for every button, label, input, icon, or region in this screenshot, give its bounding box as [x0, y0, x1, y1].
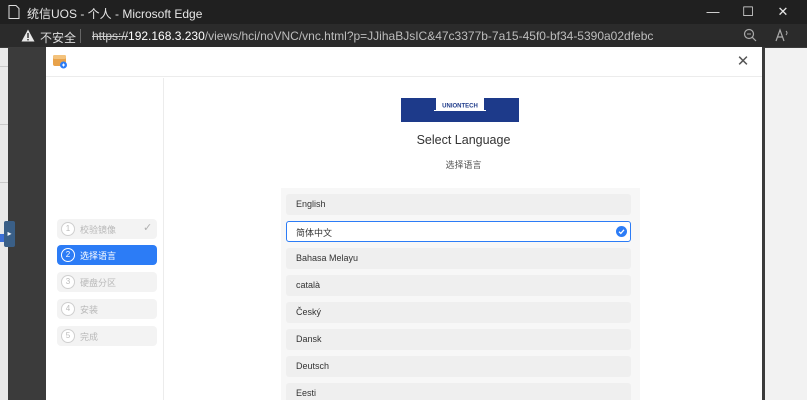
check-icon: ✓ — [143, 222, 153, 234]
strip-divider — [0, 182, 8, 183]
language-option-catala[interactable]: català — [286, 275, 631, 296]
steps-sidebar: 1 校验镜像 ✓ 2 选择语言 3 硬盘分区 4 安装 5 完成 — [46, 78, 164, 400]
step-label: 选择语言 — [80, 251, 117, 261]
close-icon[interactable]: ✕ — [734, 53, 752, 71]
zoom-icon[interactable] — [742, 28, 758, 44]
document-icon — [8, 5, 20, 19]
step-number: 5 — [61, 329, 75, 343]
uniontech-logo: UNIONTECH — [401, 98, 519, 122]
language-option-eesti[interactable]: Eesti — [286, 383, 631, 400]
step-number: 4 — [61, 302, 75, 316]
url-scheme: https:// — [92, 29, 129, 43]
language-list[interactable]: English 简体中文 Bahasa Melayu català Český … — [281, 188, 640, 400]
language-content: UNIONTECH Select Language 选择语言 English 简… — [165, 78, 762, 400]
close-window-button[interactable]: ✕ — [764, 0, 802, 24]
step-label: 校验镜像 — [80, 225, 117, 235]
language-name: Eesti — [296, 388, 317, 398]
language-option-cesky[interactable]: Český — [286, 302, 631, 323]
language-name: English — [296, 199, 326, 209]
installer-app-icon — [53, 55, 67, 69]
step-install: 4 安装 — [57, 299, 157, 319]
step-disk-partition: 3 硬盘分区 — [57, 272, 157, 292]
strip-divider — [0, 124, 8, 125]
minimize-button[interactable]: — — [694, 0, 732, 24]
language-option-bahasa-melayu[interactable]: Bahasa Melayu — [286, 248, 631, 269]
page-title: Select Language — [416, 133, 511, 147]
url-text[interactable]: https://192.168.3.230/views/hci/noVNC/vn… — [92, 29, 653, 43]
language-option-english[interactable]: English — [286, 194, 631, 215]
language-option-deutsch[interactable]: Deutsch — [286, 356, 631, 377]
browser-title-bar: 统信UOS - 个人 - Microsoft Edge — ☐ ✕ — [0, 0, 807, 24]
step-select-language: 2 选择语言 — [57, 245, 157, 265]
language-option-dansk[interactable]: Dansk — [286, 329, 631, 350]
language-name: Bahasa Melayu — [296, 253, 359, 263]
warning-icon[interactable] — [21, 29, 35, 42]
step-number: 3 — [61, 275, 75, 289]
step-label: 完成 — [80, 332, 99, 342]
maximize-button[interactable]: ☐ — [729, 0, 767, 24]
window-title: 统信UOS - 个人 - Microsoft Edge — [27, 7, 203, 21]
language-name: Český — [296, 307, 322, 317]
step-finish: 5 完成 — [57, 326, 157, 346]
installer-header: ✕ — [46, 47, 762, 77]
installer-window: ✕ 1 校验镜像 ✓ 2 选择语言 3 硬盘分区 4 安装 5 完成 UNION… — [46, 47, 762, 400]
step-label: 硬盘分区 — [80, 278, 117, 288]
check-icon — [616, 226, 627, 237]
logo-text: UNIONTECH — [442, 104, 478, 110]
step-number: 2 — [61, 248, 75, 262]
language-name: Deutsch — [296, 361, 330, 371]
novnc-sidebar-handle[interactable]: ▸ — [4, 221, 15, 247]
step-verify-image: 1 校验镜像 ✓ — [57, 219, 157, 239]
vnc-right-panel — [765, 48, 807, 400]
step-number: 1 — [61, 222, 75, 236]
strip-divider — [0, 66, 8, 67]
language-option-simplified-chinese[interactable]: 简体中文 — [286, 221, 631, 242]
url-host: 192.168.3.230 — [128, 29, 205, 43]
page-subtitle: 选择语言 — [445, 160, 482, 170]
language-name: Dansk — [296, 334, 322, 344]
language-name: 简体中文 — [296, 228, 333, 238]
step-label: 安装 — [80, 305, 99, 315]
address-separator — [80, 29, 81, 43]
url-path: /views/hci/noVNC/vnc.html?p=JJihaBJsIC&4… — [204, 29, 654, 43]
insecure-label[interactable]: 不安全 — [40, 29, 76, 46]
address-bar[interactable]: 不安全 https://192.168.3.230/views/hci/noVN… — [0, 24, 807, 48]
read-aloud-icon[interactable] — [774, 28, 790, 44]
language-name: català — [296, 280, 321, 290]
